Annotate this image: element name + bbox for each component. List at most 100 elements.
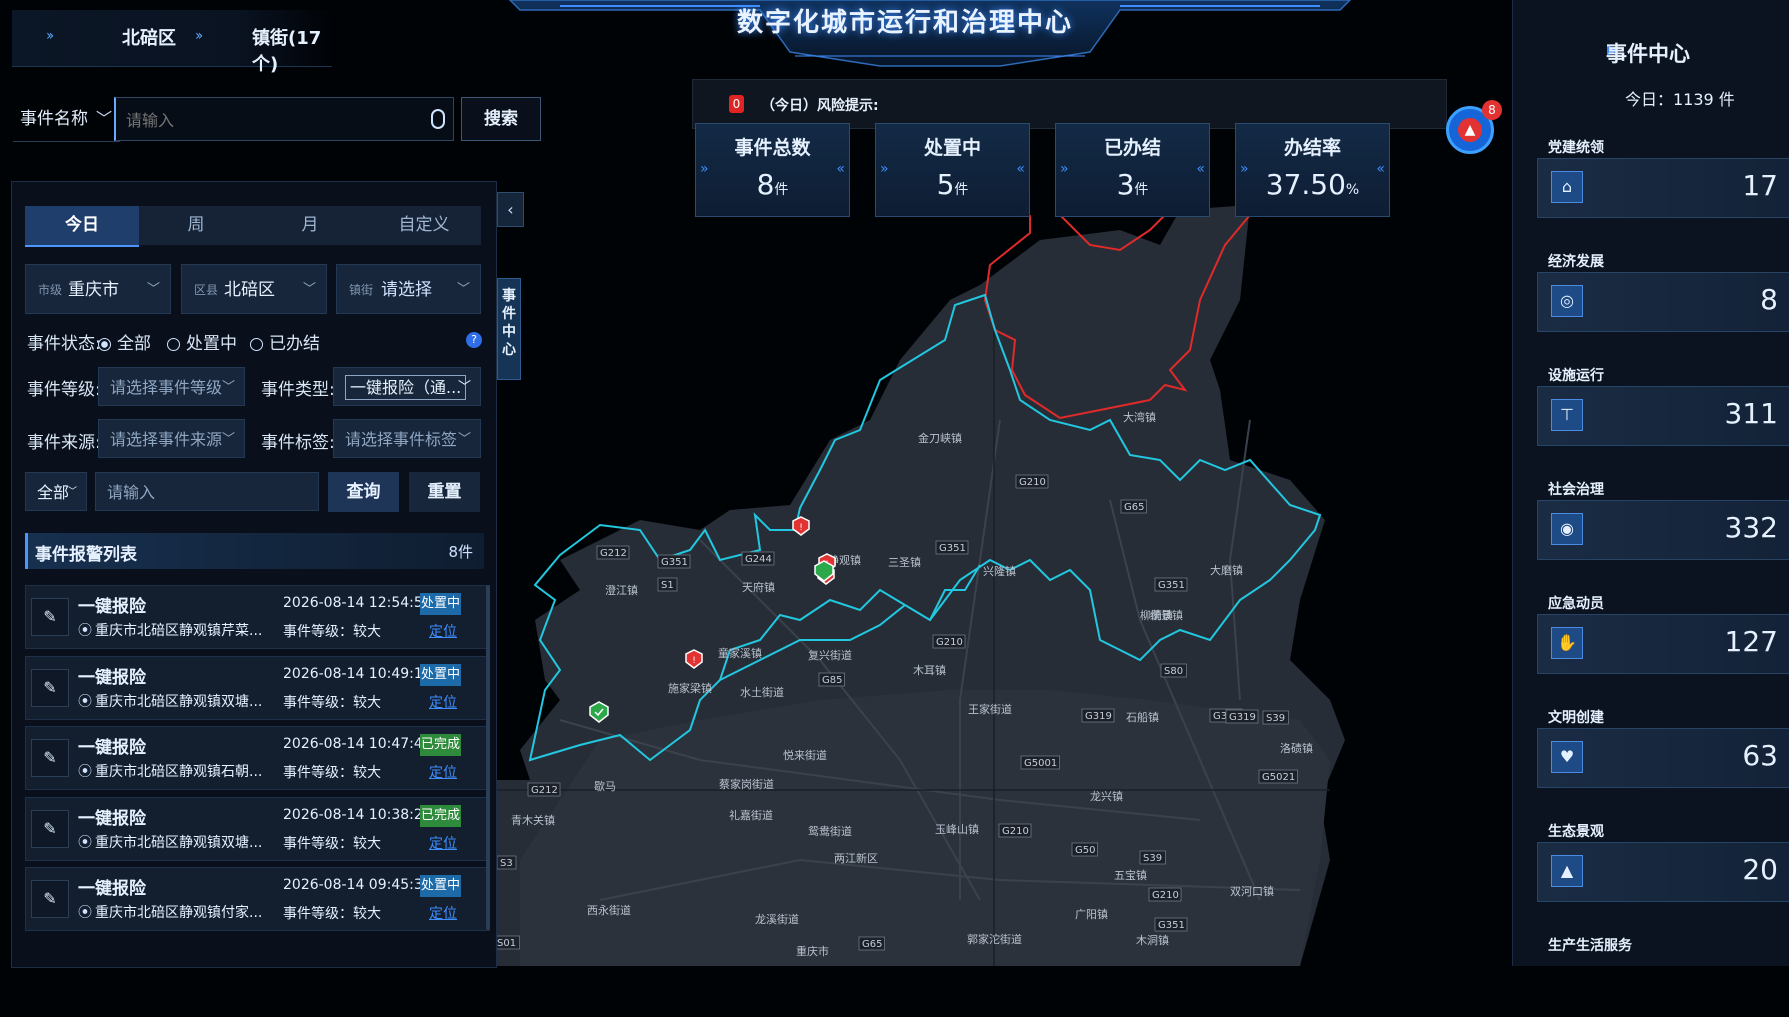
crane-icon: ⊤: [1551, 399, 1583, 431]
category-card[interactable]: 应急动员 ✋ 127: [1537, 587, 1789, 675]
locate-link[interactable]: 定位: [429, 692, 457, 712]
chevron-down-icon: ﹀: [221, 432, 235, 447]
help-icon[interactable]: ?: [466, 332, 482, 348]
map-place-label: 鸳鸯街道: [808, 824, 852, 838]
category-card[interactable]: 生产生活服务: [1537, 929, 1789, 1017]
locate-link[interactable]: 定位: [429, 833, 457, 853]
district-select[interactable]: 区县 北碚区 ﹀: [181, 264, 327, 314]
double-chevron-right-icon: »: [1060, 161, 1069, 177]
locate-link[interactable]: 定位: [429, 621, 457, 641]
list-scrollbar[interactable]: [486, 585, 490, 930]
status-radio-all[interactable]: 全部: [98, 329, 151, 354]
query-button[interactable]: 查询: [328, 472, 399, 512]
location-pin-icon: ⦿: [78, 623, 92, 639]
level-select[interactable]: 请选择事件等级 ﹀: [98, 367, 245, 406]
status-radio-closed[interactable]: 已办结: [250, 329, 320, 354]
double-chevron-right-icon: »: [880, 161, 889, 177]
tab-custom[interactable]: 自定义: [367, 206, 481, 245]
type-select[interactable]: 一键报险（通... ﹀: [333, 367, 481, 406]
category-card[interactable]: 生态景观 ▲ 20: [1537, 815, 1789, 903]
status-badge: 处置中: [420, 593, 461, 615]
reset-button[interactable]: 重置: [409, 472, 480, 512]
item-address: ⦿ 重庆市北碚区静观镇双塘...: [78, 694, 263, 710]
search-button[interactable]: 搜索: [461, 97, 541, 141]
stat-card-closed[interactable]: 已办结 3件 » «: [1055, 123, 1210, 217]
category-value: 63: [1742, 739, 1778, 772]
double-chevron-left-icon: «: [836, 161, 845, 177]
chevron-down-icon: ﹀: [221, 380, 235, 395]
source-select-placeholder: 请选择事件来源: [110, 430, 223, 449]
category-value: 20: [1742, 853, 1778, 886]
road-label: G210: [1152, 890, 1179, 901]
list-item[interactable]: ✎ 一键报险 ⦿ 重庆市北碚区静观镇付家... 2026-08-14 09:45:…: [25, 867, 490, 931]
road-label: S01: [497, 938, 516, 949]
tab-today[interactable]: 今日: [25, 206, 139, 247]
list-item[interactable]: ✎ 一键报险 ⦿ 重庆市北碚区静观镇双塘... 2026-08-14 10:49:…: [25, 656, 490, 720]
stat-card-rate[interactable]: 办结率 37.50% » «: [1235, 123, 1390, 217]
tag-select[interactable]: 请选择事件标签 ﹀: [333, 419, 481, 458]
town-select[interactable]: 镇街 请选择 ﹀: [336, 264, 481, 314]
map-place-label: 歇马: [594, 780, 616, 793]
item-time: 2026-08-14 12:54:54: [283, 595, 432, 611]
status-radio-processing[interactable]: 处置中: [167, 329, 237, 354]
map-place-label: 重庆市: [796, 944, 829, 958]
map-place-label: 广阳镇: [1075, 907, 1108, 921]
stat-value: 37.50%: [1265, 168, 1360, 201]
tab-month[interactable]: 月: [253, 206, 367, 245]
collapse-panel-button[interactable]: ‹: [497, 192, 524, 227]
header: 数字化城市运行和治理中心: [600, 0, 1210, 60]
list-item[interactable]: ✎ 一键报险 ⦿ 重庆市北碚区静观镇芹菜... 2026-08-14 12:54:…: [25, 585, 490, 649]
city-select[interactable]: 市级 重庆市 ﹀: [25, 264, 171, 314]
chevron-down-icon: ﹀: [457, 432, 471, 447]
item-time: 2026-08-14 09:45:32: [283, 877, 432, 893]
breadcrumb: ›› 北碚区 ›› 镇街(17个): [12, 10, 332, 75]
scope-select[interactable]: 全部 ﹀: [25, 472, 87, 511]
category-name: 应急动员: [1548, 596, 1604, 612]
location-pin-icon: ⦿: [78, 905, 92, 921]
item-address: ⦿ 重庆市北碚区静观镇芹菜...: [78, 623, 263, 639]
chevron-down-icon: ﹀: [456, 282, 470, 297]
map-place-label: 童家溪镇: [718, 646, 762, 660]
event-center-side-tab[interactable]: 事件中心: [497, 278, 521, 380]
report-icon: ✎: [31, 598, 69, 636]
status-badge: 处置中: [420, 875, 461, 897]
city-select-label: 市级: [38, 283, 63, 297]
tab-week[interactable]: 周: [139, 206, 253, 245]
source-select[interactable]: 请选择事件来源 ﹀: [98, 419, 245, 458]
search-input-box[interactable]: [114, 97, 454, 142]
event-center-side-tab-label: 事件中心: [502, 288, 516, 358]
stat-value: 3件: [1116, 168, 1149, 201]
list-item[interactable]: ✎ 一键报险 ⦿ 重庆市北碚区静观镇双塘... 2026-08-14 10:38:…: [25, 797, 490, 861]
road-label: G65: [862, 939, 882, 950]
category-card[interactable]: 设施运行 ⊤ 311: [1537, 359, 1789, 447]
map-place-label: 玉峰山镇: [935, 822, 979, 836]
category-card[interactable]: 社会治理 ◉ 332: [1537, 473, 1789, 561]
list-item[interactable]: ✎ 一键报险 ⦿ 重庆市北碚区静观镇石朝... 2026-08-14 10:47:…: [25, 726, 490, 790]
district-select-label: 区县: [194, 283, 219, 297]
road-label: G210: [1002, 826, 1029, 837]
item-name: 一键报险: [78, 738, 146, 758]
category-body: ⌂ 17: [1537, 158, 1789, 218]
report-icon: ✎: [31, 810, 69, 848]
stat-card-processing[interactable]: 处置中 5件 » «: [875, 123, 1030, 217]
stat-card-total[interactable]: 事件总数 8件 » «: [695, 123, 850, 217]
breadcrumb-town[interactable]: 镇街(17个): [252, 24, 332, 76]
map-place-label: 洛碛镇: [1280, 741, 1313, 755]
map-place-label: 双河口镇: [1230, 884, 1274, 898]
category-card[interactable]: 文明创建 ♥ 63: [1537, 701, 1789, 789]
mountain-icon: ▲: [1551, 855, 1583, 887]
double-chevron-icon: ››: [46, 28, 54, 44]
category-card[interactable]: 党建统领 ⌂ 17: [1537, 131, 1789, 219]
category-body: ◉ 332: [1537, 500, 1789, 560]
list-count: 8件: [448, 543, 473, 561]
heart-hands-icon: ♥: [1551, 741, 1583, 773]
locate-link[interactable]: 定位: [429, 903, 457, 923]
source-label: 事件来源:: [27, 433, 101, 453]
search-input[interactable]: [124, 98, 428, 142]
breadcrumb-district[interactable]: 北碚区: [122, 24, 176, 50]
keyword-input[interactable]: 请输入: [95, 472, 319, 511]
category-card[interactable]: 经济发展 ◎ 8: [1537, 245, 1789, 333]
search-field-select[interactable]: 事件名称 ﹀: [13, 97, 120, 142]
locate-link[interactable]: 定位: [429, 762, 457, 782]
microphone-icon[interactable]: [431, 109, 445, 129]
